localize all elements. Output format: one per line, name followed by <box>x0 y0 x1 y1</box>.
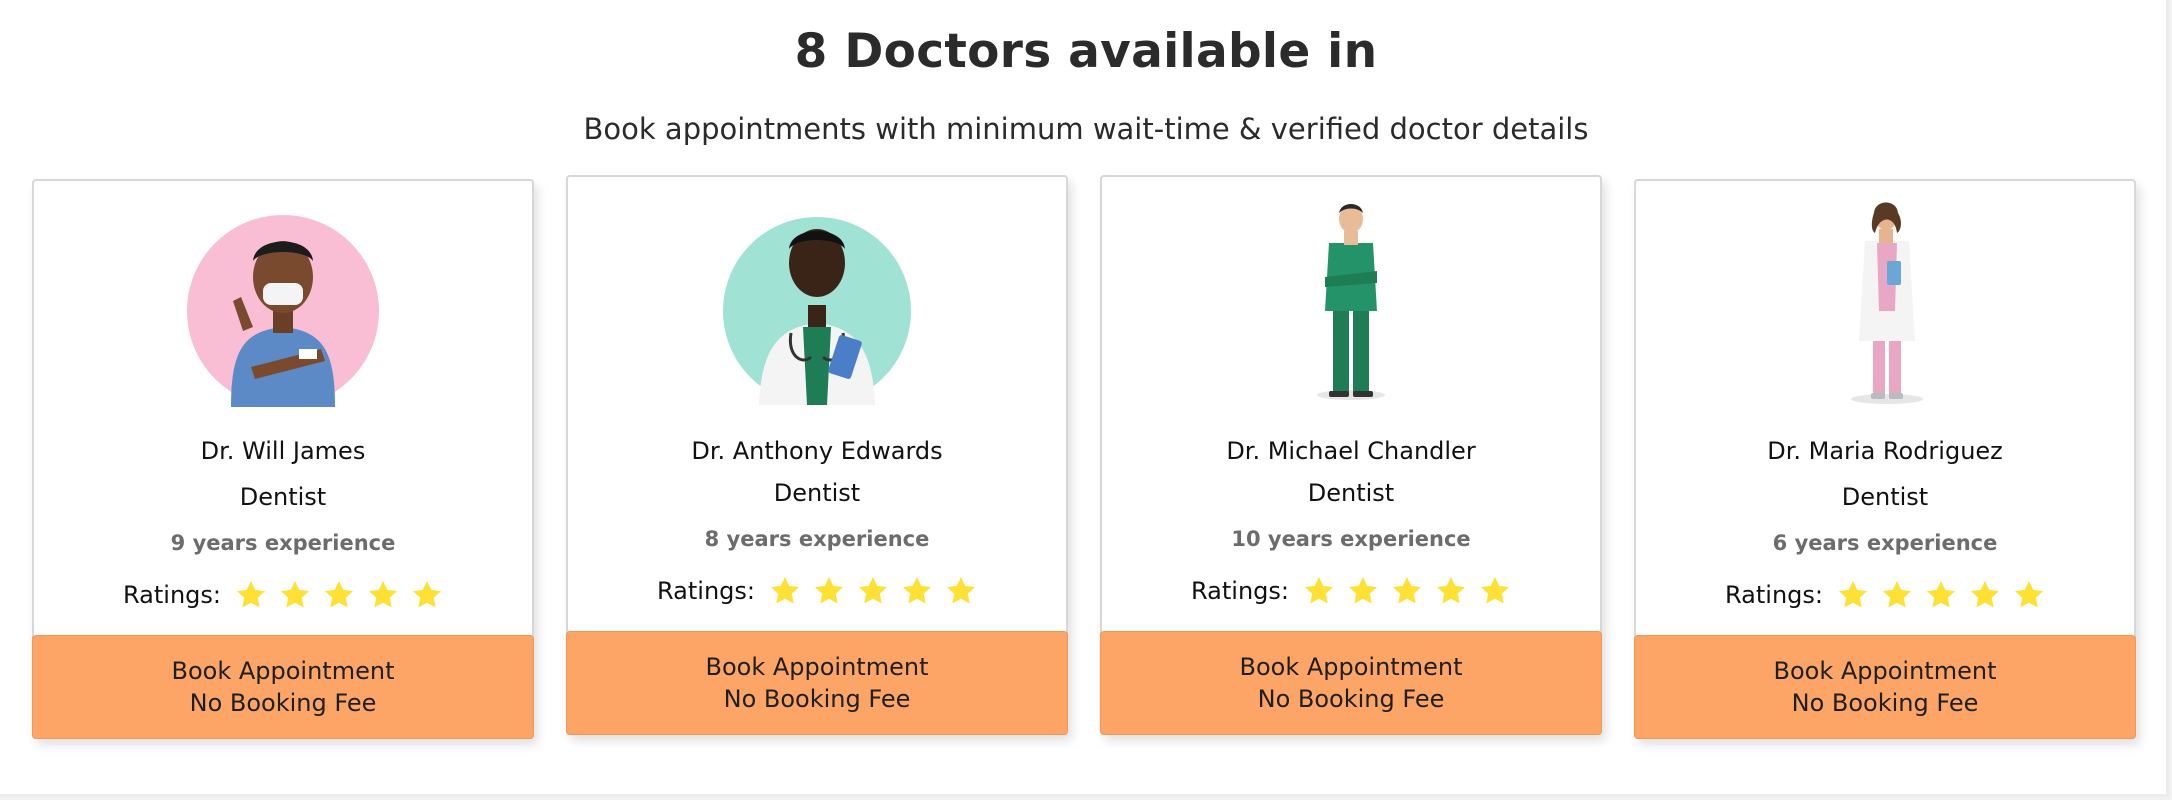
doctor-experience: 6 years experience <box>1772 531 1998 555</box>
booking-fee-label: No Booking Fee <box>1257 685 1445 713</box>
star-icon <box>1348 577 1377 604</box>
doctor-avatar-icon <box>1317 204 1385 400</box>
doctor-specialty: Dentist <box>1841 483 1929 511</box>
doctor-experience: 10 years experience <box>1231 527 1471 551</box>
doctor-name: Dr. Anthony Edwards <box>691 437 943 465</box>
page-title: 8 Doctors available in <box>794 24 1378 79</box>
doctor-avatar-icon <box>187 215 379 407</box>
star-icon <box>770 577 799 604</box>
doctor-experience: 9 years experience <box>170 531 396 555</box>
ratings-row: Ratings: <box>568 575 1066 607</box>
doctor-name: Dr. Maria Rodriguez <box>1767 437 2003 465</box>
book-button-label: Book Appointment <box>1239 653 1463 681</box>
star-icon <box>1882 581 1911 608</box>
star-icon <box>902 577 931 604</box>
star-icon <box>946 577 975 604</box>
book-button-label: Book Appointment <box>1773 657 1997 685</box>
doctor-specialty: Dentist <box>239 483 327 511</box>
doctor-name: Dr. Michael Chandler <box>1226 437 1476 465</box>
star-icon <box>1970 581 1999 608</box>
star-icon <box>1436 577 1465 604</box>
book-appointment-button[interactable]: Book Appointment No Booking Fee <box>566 631 1068 735</box>
star-icon <box>1304 577 1333 604</box>
star-icon <box>814 577 843 604</box>
ratings-row: Ratings: <box>1102 575 1600 607</box>
doctor-card: Dr. Will James Dentist 9 years experienc… <box>32 179 534 739</box>
book-button-label: Book Appointment <box>171 657 395 685</box>
star-icon <box>280 581 309 608</box>
book-appointment-button[interactable]: Book Appointment No Booking Fee <box>1634 635 2136 739</box>
booking-fee-label: No Booking Fee <box>1791 689 1979 717</box>
star-icon <box>412 581 441 608</box>
star-icon <box>324 581 353 608</box>
book-appointment-button[interactable]: Book Appointment No Booking Fee <box>32 635 534 739</box>
star-icon <box>1480 577 1509 604</box>
doctor-specialty: Dentist <box>773 479 861 507</box>
star-icon <box>1838 581 1867 608</box>
star-icon <box>236 581 265 608</box>
book-button-label: Book Appointment <box>705 653 929 681</box>
doctor-avatar-icon <box>723 217 911 405</box>
booking-fee-label: No Booking Fee <box>723 685 911 713</box>
doctor-name: Dr. Will James <box>200 437 366 465</box>
ratings-label: Ratings: <box>1725 581 1823 609</box>
doctor-card: Dr. Anthony Edwards Dentist 8 years expe… <box>566 175 1068 735</box>
doctor-experience: 8 years experience <box>704 527 930 551</box>
doctor-card: Dr. Maria Rodriguez Dentist 6 years expe… <box>1634 179 2136 739</box>
star-icon <box>858 577 887 604</box>
star-icon <box>1926 581 1955 608</box>
booking-fee-label: No Booking Fee <box>189 689 377 717</box>
star-icon <box>368 581 397 608</box>
star-icon <box>1392 577 1421 604</box>
page-subtitle: Book appointments with minimum wait-time… <box>583 112 1589 146</box>
star-icon <box>2014 581 2043 608</box>
book-appointment-button[interactable]: Book Appointment No Booking Fee <box>1100 631 1602 735</box>
ratings-row: Ratings: <box>1636 579 2134 611</box>
ratings-label: Ratings: <box>657 577 755 605</box>
doctor-avatar-icon <box>1851 202 1923 404</box>
doctor-specialty: Dentist <box>1307 479 1395 507</box>
ratings-label: Ratings: <box>123 581 221 609</box>
doctor-card: Dr. Michael Chandler Dentist 10 years ex… <box>1100 175 1602 735</box>
ratings-row: Ratings: <box>34 579 532 611</box>
ratings-label: Ratings: <box>1191 577 1289 605</box>
